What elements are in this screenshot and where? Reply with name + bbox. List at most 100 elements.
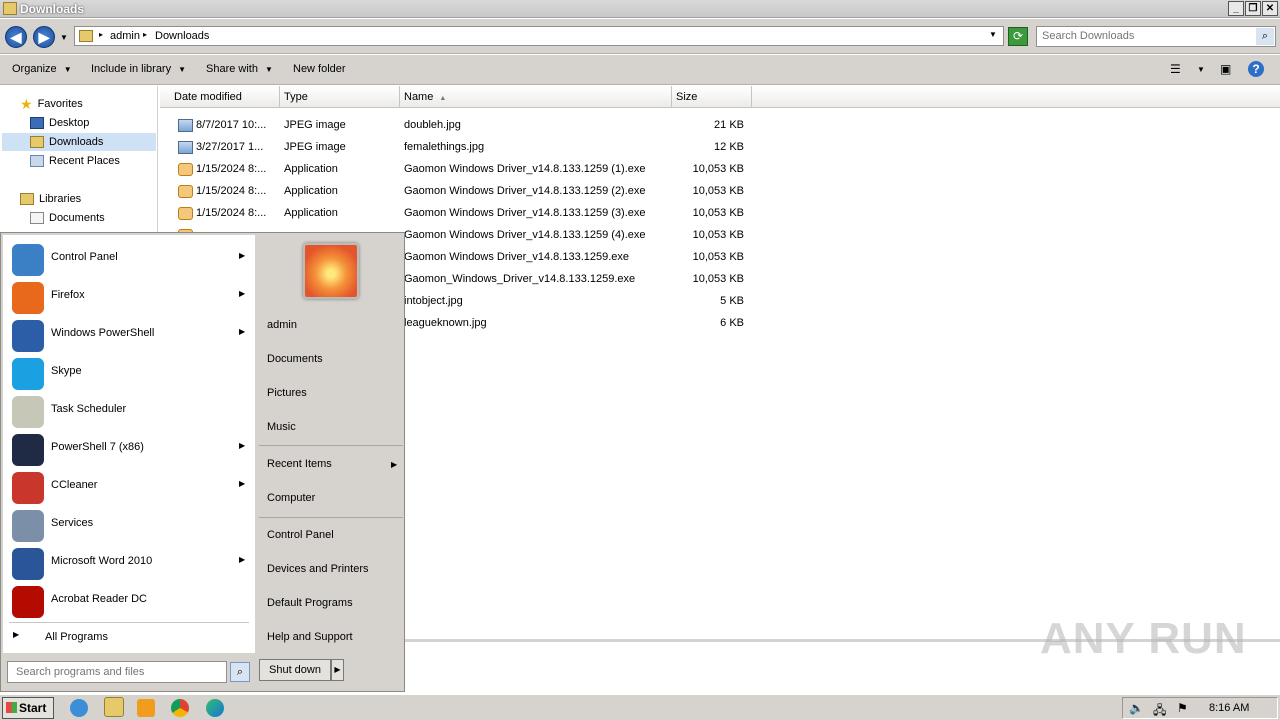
- file-size: 5 KB: [720, 295, 744, 307]
- arrow-right-icon: ▶: [13, 630, 20, 639]
- file-type: JPEG image: [284, 141, 346, 153]
- column-header-date[interactable]: Date modified: [160, 86, 280, 108]
- file-name: intobject.jpg: [404, 295, 463, 307]
- breadcrumb-arrow-icon[interactable]: ▸: [143, 30, 147, 39]
- address-bar-area: ◀ ▶ ▼ ▸ admin ▸ Downloads ▼ ⟳ ⌕: [0, 19, 1280, 54]
- start-program-item[interactable]: Task Scheduler: [3, 391, 255, 429]
- start-right-control-panel[interactable]: Control Panel: [267, 529, 334, 541]
- start-program-item[interactable]: Firefox ▶: [3, 277, 255, 315]
- nav-favorites[interactable]: ★ Favorites: [20, 95, 83, 113]
- start-program-item[interactable]: Acrobat Reader DC: [3, 581, 255, 619]
- start-button[interactable]: Start: [2, 697, 54, 719]
- table-row[interactable]: 8/7/2017 10:... JPEG image doubleh.jpg 21 K…: [160, 115, 760, 137]
- start-right-music[interactable]: Music: [267, 421, 296, 433]
- start-program-item[interactable]: CCleaner ▶: [3, 467, 255, 505]
- table-row[interactable]: 1/15/2024 8:... Application Gaomon Windows…: [160, 159, 760, 181]
- chevron-down-icon[interactable]: ▼: [1197, 65, 1205, 74]
- all-programs-button[interactable]: ▶ All Programs: [3, 625, 255, 649]
- divider: [259, 517, 403, 518]
- network-icon[interactable]: 🖧: [1153, 701, 1166, 720]
- start-program-item[interactable]: Windows PowerShell ▶: [3, 315, 255, 353]
- start-program-item[interactable]: Skype: [3, 353, 255, 391]
- share-with-button[interactable]: Share with ▼: [206, 63, 273, 75]
- action-center-flag-icon[interactable]: ⚑: [1177, 701, 1188, 715]
- program-label: Firefox: [51, 289, 85, 301]
- breadcrumb-arrow-icon[interactable]: ▸: [99, 30, 103, 39]
- start-right-pictures[interactable]: Pictures: [267, 387, 307, 399]
- start-label: Start: [19, 701, 47, 715]
- installer-icon: [178, 185, 193, 198]
- back-button[interactable]: ◀: [5, 26, 27, 48]
- search-input[interactable]: [1042, 30, 1252, 42]
- clock[interactable]: 8:16 AM: [1209, 702, 1249, 714]
- control-panel-icon: [12, 244, 44, 276]
- organize-button[interactable]: Organize ▼: [12, 63, 72, 75]
- nav-downloads-label: Downloads: [49, 136, 104, 148]
- folder-icon: [79, 30, 93, 42]
- help-icon[interactable]: ?: [1248, 61, 1264, 77]
- user-avatar[interactable]: [303, 243, 359, 299]
- table-row[interactable]: 1/15/2024 8:... Application Gaomon Windows…: [160, 203, 760, 225]
- image-file-icon: [178, 119, 193, 132]
- table-row[interactable]: 1/15/2024 8:... Application Gaomon Windows…: [160, 181, 760, 203]
- file-size: 12 KB: [714, 141, 744, 153]
- column-header-size[interactable]: Size: [672, 86, 752, 108]
- address-dropdown-icon[interactable]: ▼: [989, 30, 997, 39]
- start-right-recent-items[interactable]: Recent Items: [267, 458, 332, 470]
- recent-pages-arrow-icon[interactable]: ▼: [60, 33, 68, 42]
- speaker-icon[interactable]: 🔈: [1129, 701, 1144, 715]
- chrome-icon[interactable]: [171, 699, 189, 717]
- shutdown-options-icon[interactable]: ▶: [331, 659, 344, 681]
- restore-button[interactable]: ❐: [1245, 1, 1261, 16]
- breadcrumb-downloads[interactable]: Downloads: [155, 30, 209, 42]
- nav-downloads[interactable]: Downloads: [2, 133, 156, 151]
- breadcrumb-admin[interactable]: admin: [110, 30, 140, 42]
- close-button[interactable]: ✕: [1262, 1, 1278, 16]
- nav-recent-places[interactable]: Recent Places: [30, 152, 120, 170]
- watermark: ANY RUN: [1040, 614, 1247, 663]
- file-name: leagueknown.jpg: [404, 317, 487, 329]
- address-box[interactable]: ▸ admin ▸ Downloads ▼: [74, 26, 1004, 46]
- nav-desktop[interactable]: Desktop: [30, 114, 89, 132]
- taskbar: Start 🔈 🖧 ⚑ 8:16 AM: [0, 694, 1280, 720]
- share-with-label: Share with: [206, 63, 258, 75]
- start-program-item[interactable]: PowerShell 7 (x86) ▶: [3, 429, 255, 467]
- edge-icon[interactable]: [206, 699, 224, 717]
- new-folder-button[interactable]: New folder: [293, 63, 346, 75]
- column-header-name[interactable]: Name ▲: [400, 86, 672, 108]
- search-icon[interactable]: ⌕: [230, 662, 250, 682]
- start-program-item[interactable]: Microsoft Word 2010 ▶: [3, 543, 255, 581]
- program-label: Task Scheduler: [51, 403, 127, 415]
- start-right-devices-printers[interactable]: Devices and Printers: [267, 563, 369, 575]
- view-options-icon[interactable]: ☰: [1170, 62, 1181, 76]
- search-box[interactable]: ⌕: [1036, 26, 1276, 47]
- table-row[interactable]: 3/27/2017 1... JPEG image femalethings.jpg…: [160, 137, 760, 159]
- nav-libraries[interactable]: Libraries: [20, 190, 81, 208]
- media-player-icon[interactable]: [137, 699, 155, 717]
- start-right-computer[interactable]: Computer: [267, 492, 315, 504]
- nav-documents[interactable]: Documents: [30, 209, 105, 227]
- start-program-item[interactable]: Control Panel ▶: [3, 239, 255, 277]
- start-search-box[interactable]: [7, 661, 227, 683]
- start-right-documents[interactable]: Documents: [267, 353, 323, 365]
- arrow-right-icon: ▶: [239, 289, 246, 298]
- refresh-button[interactable]: ⟳: [1008, 27, 1028, 46]
- forward-button[interactable]: ▶: [33, 26, 55, 48]
- minimize-button[interactable]: _: [1228, 1, 1244, 16]
- internet-explorer-icon[interactable]: [70, 699, 88, 717]
- navigation-pane: ★ Favorites Desktop Downloads Recent Plac…: [0, 86, 158, 236]
- start-right-user[interactable]: admin: [267, 319, 297, 331]
- start-right-default-programs[interactable]: Default Programs: [267, 597, 353, 609]
- file-size: 6 KB: [720, 317, 744, 329]
- column-header-type[interactable]: Type: [280, 86, 400, 108]
- include-in-library-button[interactable]: Include in library ▼: [91, 63, 186, 75]
- start-right-help-support[interactable]: Help and Support: [267, 631, 353, 643]
- explorer-icon[interactable]: [104, 697, 124, 717]
- file-name: femalethings.jpg: [404, 141, 485, 153]
- start-program-item[interactable]: Services: [3, 505, 255, 543]
- shutdown-button[interactable]: Shut down: [259, 659, 331, 681]
- start-search-input[interactable]: [16, 666, 216, 678]
- search-icon[interactable]: ⌕: [1256, 28, 1274, 45]
- divider: [9, 622, 249, 623]
- preview-pane-icon[interactable]: ▣: [1220, 62, 1231, 76]
